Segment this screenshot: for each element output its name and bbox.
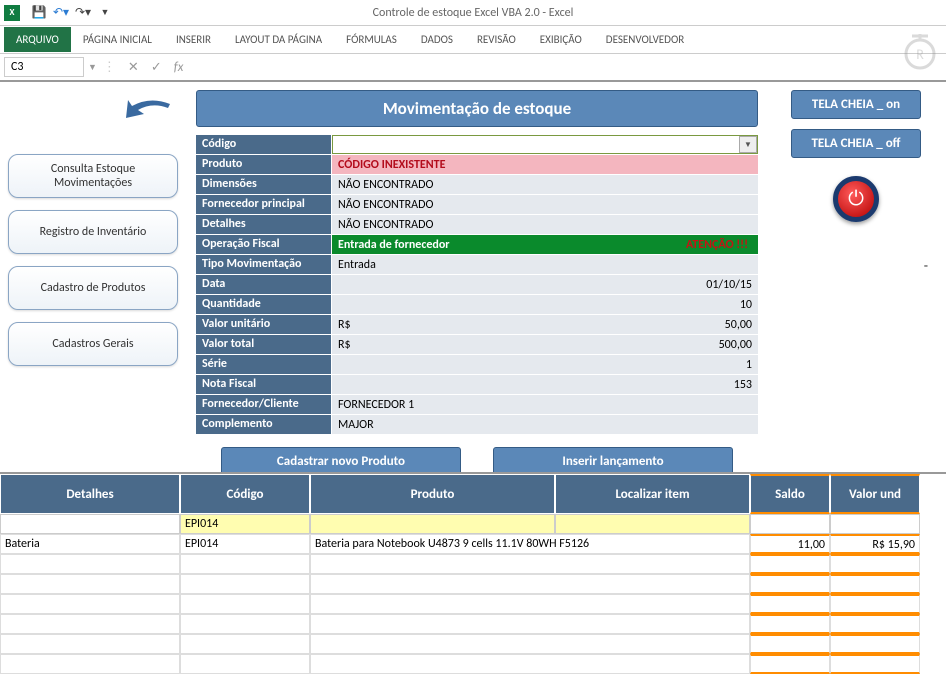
value-forn-principal: NÃO ENCONTRADO xyxy=(332,195,758,214)
value-produto: CÓDIGO INEXISTENTE xyxy=(332,155,758,174)
label-serie: Série xyxy=(196,355,332,374)
filter-saldo[interactable] xyxy=(750,514,830,534)
dash-cell: - xyxy=(924,257,928,274)
cell-codigo: EPI014 xyxy=(180,534,310,554)
header-valor-und: Valor und xyxy=(830,474,920,514)
svg-text:R: R xyxy=(916,46,924,63)
label-forn-principal: Fornecedor principal xyxy=(196,195,332,214)
value-nota-fiscal[interactable]: 153 xyxy=(332,375,758,394)
tab-exibicao[interactable]: EXIBIÇÃO xyxy=(528,27,594,52)
label-dimensoes: Dimensões xyxy=(196,175,332,194)
value-data[interactable]: 01/10/15 xyxy=(332,275,758,294)
label-detalhes: Detalhes xyxy=(196,215,332,234)
value-valor-total: R$500,00 xyxy=(332,335,758,354)
value-serie[interactable]: 1 xyxy=(332,355,758,374)
sidebar-consulta-estoque[interactable]: Consulta Estoque Movimentações xyxy=(8,154,178,198)
tab-inserir[interactable]: INSERIR xyxy=(164,27,223,52)
power-icon[interactable]: ⏻ xyxy=(833,176,879,222)
undo-icon[interactable]: ↶▾ xyxy=(50,3,72,23)
label-valor-total: Valor total xyxy=(196,335,332,354)
redo-icon[interactable]: ↷▾ xyxy=(72,3,94,23)
label-complemento: Complemento xyxy=(196,415,332,434)
fx-icon[interactable]: fx xyxy=(168,60,190,75)
warning-text: ATENÇÃO !!! xyxy=(682,238,752,252)
save-icon[interactable]: 💾 xyxy=(28,3,50,23)
tab-formulas[interactable]: FÓRMULAS xyxy=(334,27,409,52)
tab-revisao[interactable]: REVISÃO xyxy=(465,27,528,52)
cell-detalhes: Bateria xyxy=(0,534,180,554)
tela-cheia-on-button[interactable]: TELA CHEIA _ on xyxy=(791,90,921,119)
enter-icon[interactable]: ✓ xyxy=(145,60,168,75)
value-quantidade[interactable]: 10 xyxy=(332,295,758,314)
name-box[interactable] xyxy=(4,57,84,77)
value-complemento[interactable]: MAJOR xyxy=(332,415,758,434)
value-dimensoes: NÃO ENCONTRADO xyxy=(332,175,758,194)
window-title: Controle de estoque Excel VBA 2.0 - Exce… xyxy=(373,6,574,20)
cell-valor: R$ 15,90 xyxy=(830,534,920,554)
tab-dados[interactable]: DADOS xyxy=(409,27,465,52)
cell-produto: Bateria para Notebook U4873 9 cells 11.1… xyxy=(310,534,750,554)
formula-bar: ▼ ⋮ ✕ ✓ fx xyxy=(0,54,946,82)
header-localizar: Localizar item xyxy=(555,474,750,514)
value-valor-unitario[interactable]: R$50,00 xyxy=(332,315,758,334)
main-form: Movimentação de estoque Código▼ ProdutoC… xyxy=(196,90,758,476)
cell-saldo: 11,00 xyxy=(750,534,830,554)
label-data: Data xyxy=(196,275,332,294)
form-title: Movimentação de estoque xyxy=(196,90,758,127)
header-produto: Produto xyxy=(310,474,555,514)
label-quantidade: Quantidade xyxy=(196,295,332,314)
sidebar-registro-inventario[interactable]: Registro de Inventário xyxy=(8,210,178,254)
value-forn-cliente[interactable]: FORNECEDOR 1 xyxy=(332,395,758,414)
value-op-fiscal: Entrada de fornecedorATENÇÃO !!! xyxy=(332,235,758,254)
label-tipo-mov: Tipo Movimentação xyxy=(196,255,332,274)
value-detalhes: NÃO ENCONTRADO xyxy=(332,215,758,234)
watermark-icon: R xyxy=(900,30,940,70)
filter-localizar[interactable] xyxy=(555,514,750,534)
label-nota-fiscal: Nota Fiscal xyxy=(196,375,332,394)
qat-customize-icon[interactable]: ▼ xyxy=(94,3,116,23)
header-detalhes: Detalhes xyxy=(0,474,180,514)
ribbon-tabs: ARQUIVO PÁGINA INICIAL INSERIR LAYOUT DA… xyxy=(0,26,946,54)
excel-icon: X xyxy=(4,5,20,21)
sidebar: Consulta Estoque Movimentações Registro … xyxy=(8,94,188,378)
header-codigo: Código xyxy=(180,474,310,514)
input-codigo[interactable]: ▼ xyxy=(332,135,758,154)
table-row[interactable]: Bateria EPI014 Bateria para Notebook U48… xyxy=(0,534,946,554)
filter-produto[interactable] xyxy=(310,514,555,534)
cancel-icon[interactable]: ✕ xyxy=(122,60,145,75)
tab-arquivo[interactable]: ARQUIVO xyxy=(4,27,71,52)
tela-cheia-off-button[interactable]: TELA CHEIA _ off xyxy=(791,129,921,158)
filter-codigo[interactable]: EPI014 xyxy=(180,514,310,534)
data-grid: Detalhes Código Produto Localizar item S… xyxy=(0,472,946,696)
tab-desenvolvedor[interactable]: DESENVOLVEDOR xyxy=(594,27,696,52)
filter-valor[interactable] xyxy=(830,514,920,534)
filter-detalhes[interactable] xyxy=(0,514,180,534)
tab-pagina-inicial[interactable]: PÁGINA INICIAL xyxy=(71,27,164,52)
label-produto: Produto xyxy=(196,155,332,174)
header-saldo: Saldo xyxy=(750,474,830,514)
sidebar-cadastros-gerais[interactable]: Cadastros Gerais xyxy=(8,322,178,366)
label-codigo: Código xyxy=(196,135,332,154)
right-panel: TELA CHEIA _ on TELA CHEIA _ off ⏻ xyxy=(776,90,936,230)
label-valor-unitario: Valor unitário xyxy=(196,315,332,334)
codigo-dropdown-icon[interactable]: ▼ xyxy=(739,136,757,153)
quick-access-toolbar: X 💾 ↶▾ ↷▾ ▼ Controle de estoque Excel VB… xyxy=(0,0,946,26)
sidebar-cadastro-produtos[interactable]: Cadastro de Produtos xyxy=(8,266,178,310)
value-tipo-mov: Entrada xyxy=(332,255,758,274)
label-op-fiscal: Operação Fiscal xyxy=(196,235,332,254)
label-forn-cliente: Fornecedor/Cliente xyxy=(196,395,332,414)
tab-layout[interactable]: LAYOUT DA PÁGINA xyxy=(223,27,334,52)
